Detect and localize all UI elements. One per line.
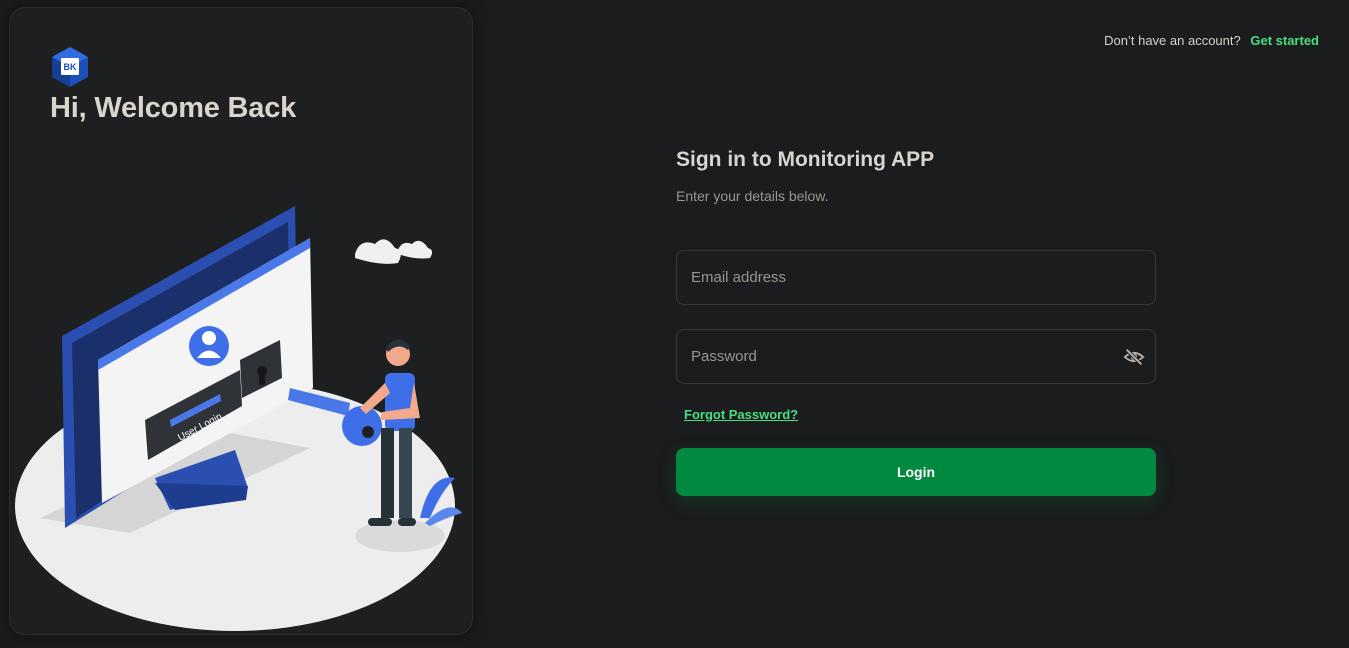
email-field: [676, 250, 1156, 305]
email-input[interactable]: [677, 251, 1155, 304]
login-illustration: User Login: [15, 206, 462, 631]
welcome-panel: BK Hi, Welcome Back User Login: [9, 7, 473, 635]
bk-logo: BK: [52, 47, 88, 87]
signin-subtitle: Enter your details below.: [676, 188, 829, 204]
password-field: [676, 329, 1156, 384]
password-input[interactable]: [677, 330, 1155, 383]
welcome-title: Hi, Welcome Back: [50, 92, 297, 124]
signin-header: Sign in to Monitoring APP Enter your det…: [676, 148, 1156, 204]
signup-prompt: Don’t have an account? Get started: [1104, 33, 1319, 48]
forgot-password-link[interactable]: Forgot Password?: [684, 407, 798, 422]
get-started-link[interactable]: Get started: [1250, 33, 1319, 48]
signup-prompt-text: Don’t have an account?: [1104, 33, 1241, 48]
login-page: BK Hi, Welcome Back User Login Don’t hav…: [0, 0, 1349, 648]
eye-off-icon[interactable]: [1123, 346, 1145, 368]
login-button[interactable]: Login: [676, 448, 1156, 496]
signin-title: Sign in to Monitoring APP: [676, 148, 935, 171]
logo-text: BK: [64, 62, 77, 72]
